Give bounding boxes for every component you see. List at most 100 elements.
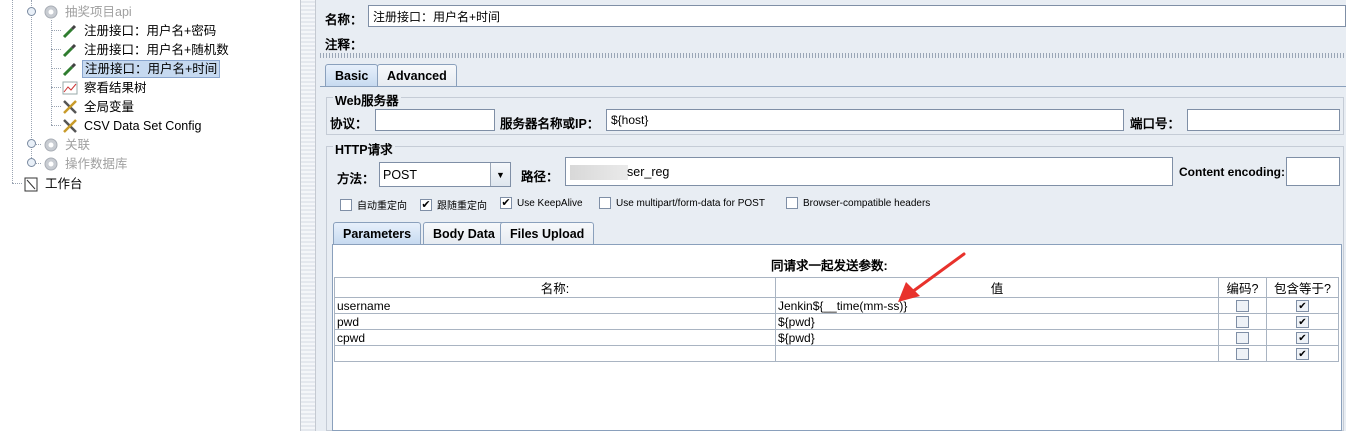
comment-field[interactable]: [362, 31, 1346, 53]
method-select[interactable]: POST ▼: [379, 162, 511, 187]
protocol-field[interactable]: [375, 109, 495, 131]
redacted-mask: [570, 165, 628, 180]
table-row[interactable]: cpwd ${pwd} ✔: [334, 329, 1339, 346]
encode-cell[interactable]: [1218, 297, 1267, 314]
checkbox-icon[interactable]: [1236, 300, 1249, 313]
tree-item-sampler-selected[interactable]: 注册接口：用户名+时间: [61, 59, 221, 78]
tree-item-label: 全局变量: [84, 99, 135, 114]
tab-files-upload[interactable]: Files Upload: [500, 222, 595, 244]
table-row[interactable]: username Jenkin${__time(mm-ss)} ✔: [334, 297, 1339, 314]
tree-item-config[interactable]: CSV Data Set Config: [61, 116, 203, 135]
test-plan-tree: 抽奖项目api 注册接口：用户名+密码 注册接口：用户名+随机数 注册接口：用户…: [0, 0, 300, 431]
table-row[interactable]: ✔: [334, 345, 1339, 362]
tab-advanced[interactable]: Advanced: [377, 64, 457, 86]
protocol-label: 协议：: [330, 117, 368, 131]
checkbox-icon[interactable]: [1236, 348, 1249, 361]
content-encoding-field[interactable]: [1286, 157, 1340, 186]
checkbox-icon[interactable]: [1236, 332, 1249, 345]
wrench-icon: [61, 98, 79, 116]
expand-toggle-icon[interactable]: [27, 7, 36, 16]
tree-item-label: 抽奖项目api: [65, 4, 132, 19]
comment-label: 注释：: [325, 38, 363, 52]
tree-item-thread-group[interactable]: 抽奖项目api: [42, 2, 134, 21]
check-icon[interactable]: ✔: [1296, 332, 1309, 345]
pipette-icon: [61, 60, 79, 78]
param-name-cell[interactable]: cpwd: [334, 329, 776, 346]
path-value: ser_reg: [627, 165, 670, 179]
param-value-cell[interactable]: ${pwd}: [775, 329, 1219, 346]
tree-item-thread-group[interactable]: 关联: [42, 135, 92, 154]
param-value-cell[interactable]: Jenkin${__time(mm-ss)}: [775, 297, 1219, 314]
include-equals-cell[interactable]: ✔: [1266, 345, 1339, 362]
collapse-toggle-icon[interactable]: [27, 139, 36, 148]
table-row[interactable]: pwd ${pwd} ✔: [334, 313, 1339, 330]
path-field[interactable]: ser_reg: [565, 157, 1173, 186]
checkbox-icon: [340, 198, 352, 211]
tree-item-label: 注册接口：用户名+密码: [84, 23, 217, 38]
tree-item-sampler[interactable]: 注册接口：用户名+随机数: [61, 40, 231, 59]
follow-redirects-checkbox[interactable]: ✔ 跟随重定向: [420, 197, 487, 212]
clipboard-icon: [22, 175, 40, 193]
encode-cell[interactable]: [1218, 345, 1267, 362]
check-icon[interactable]: ✔: [1296, 300, 1309, 313]
server-label: 服务器名称或IP：: [500, 117, 600, 131]
annotation-arrow-icon: [898, 252, 966, 302]
column-header-encode[interactable]: 编码?: [1218, 277, 1267, 298]
checkbox-label: 自动重定向: [357, 201, 407, 212]
http-request-title: HTTP请求: [333, 139, 395, 158]
chart-icon: [61, 79, 79, 97]
tree-item-config[interactable]: 全局变量: [61, 97, 136, 116]
column-header-name[interactable]: 名称:: [334, 277, 776, 298]
server-field[interactable]: [606, 109, 1124, 131]
port-label: 端口号：: [1130, 117, 1181, 131]
tree-item-label: 关联: [65, 137, 91, 152]
include-equals-cell[interactable]: ✔: [1266, 297, 1339, 314]
gear-icon: [42, 3, 60, 21]
tree-item-listener[interactable]: 察看结果树: [61, 78, 149, 97]
checkbox-icon[interactable]: [1236, 316, 1249, 329]
checkbox-icon: [599, 197, 611, 209]
tree-item-label: 察看结果树: [84, 80, 147, 95]
column-header-include-equals[interactable]: 包含等于?: [1266, 277, 1339, 298]
collapse-toggle-icon[interactable]: [27, 158, 36, 167]
method-label: 方法：: [337, 172, 375, 186]
redirect-auto-checkbox[interactable]: 自动重定向: [340, 197, 407, 212]
tab-parameters[interactable]: Parameters: [333, 222, 422, 244]
wrench-icon: [61, 117, 79, 135]
tree-item-sampler[interactable]: 注册接口：用户名+密码: [61, 21, 218, 40]
check-icon: ✔: [420, 198, 432, 211]
check-icon[interactable]: ✔: [1296, 316, 1309, 329]
name-field[interactable]: [368, 5, 1346, 27]
include-equals-cell[interactable]: ✔: [1266, 329, 1339, 346]
keepalive-checkbox[interactable]: ✔ Use KeepAlive: [500, 197, 583, 209]
tree-item-thread-group[interactable]: 操作数据库: [42, 154, 130, 173]
param-value-cell[interactable]: [775, 345, 1219, 362]
tab-basic[interactable]: Basic: [325, 64, 379, 86]
table-header-row: 名称: 值 编码? 包含等于?: [334, 277, 1339, 298]
web-server-title: Web服务器: [333, 90, 401, 109]
name-label: 名称：: [325, 13, 363, 27]
check-icon[interactable]: ✔: [1296, 348, 1309, 361]
check-icon: ✔: [500, 197, 512, 209]
pipette-icon: [61, 41, 79, 59]
encode-cell[interactable]: [1218, 329, 1267, 346]
checkbox-label: 跟随重定向: [437, 201, 487, 212]
tab-body-data[interactable]: Body Data: [423, 222, 505, 244]
encode-cell[interactable]: [1218, 313, 1267, 330]
port-field[interactable]: [1187, 109, 1340, 131]
column-header-value[interactable]: 值: [775, 277, 1219, 298]
split-pane-divider[interactable]: [300, 0, 316, 431]
param-name-cell[interactable]: [334, 345, 776, 362]
checkbox-icon: [786, 197, 798, 209]
tree-item-label: 操作数据库: [65, 156, 128, 171]
param-value-cell[interactable]: ${pwd}: [775, 313, 1219, 330]
include-equals-cell[interactable]: ✔: [1266, 313, 1339, 330]
multipart-checkbox[interactable]: Use multipart/form-data for POST: [599, 197, 765, 209]
path-label: 路径：: [521, 170, 559, 184]
param-name-cell[interactable]: username: [334, 297, 776, 314]
browser-headers-checkbox[interactable]: Browser-compatible headers: [786, 197, 930, 209]
param-name-cell[interactable]: pwd: [334, 313, 776, 330]
resize-handle[interactable]: [320, 53, 1346, 58]
tree-item-workbench[interactable]: 工作台: [22, 174, 85, 193]
chevron-down-icon[interactable]: ▼: [490, 163, 510, 186]
